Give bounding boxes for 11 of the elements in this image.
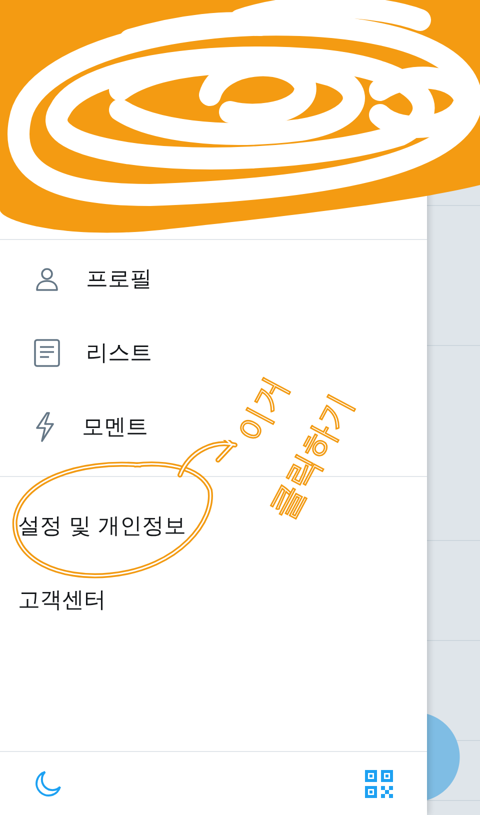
menu-item[interactable]: 고객센터 (0, 563, 114, 637)
moon-icon[interactable] (34, 770, 62, 798)
menu-item[interactable]: 리스트 (0, 316, 160, 390)
qr-code-icon[interactable] (365, 770, 393, 798)
menu-item[interactable]: 모멘트 (0, 390, 156, 464)
menu-item[interactable]: 설정 및 개인정보 (0, 489, 194, 563)
lightning-icon (34, 412, 56, 442)
curved-arrow (178, 440, 238, 478)
person-icon (34, 266, 60, 292)
menu-item[interactable]: 프로필 (0, 242, 160, 316)
list-icon (34, 339, 60, 367)
